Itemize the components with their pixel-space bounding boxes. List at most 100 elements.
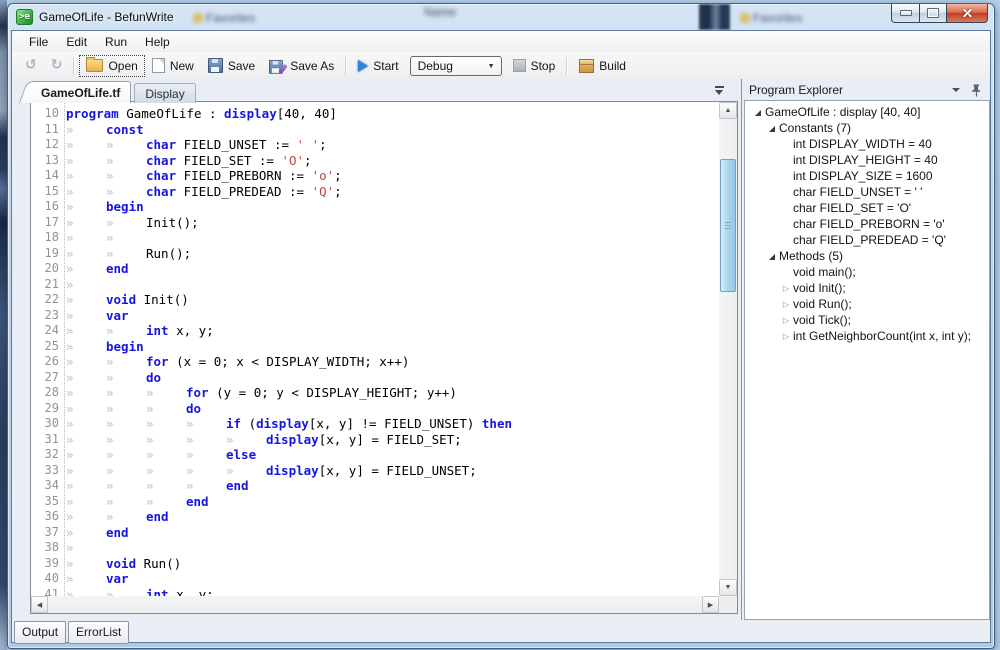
tree-item-label: char FIELD_SET = 'O' xyxy=(793,201,911,215)
tree-item-label: int DISPLAY_WIDTH = 40 xyxy=(793,137,932,151)
code-line: 22»void Init() xyxy=(31,292,719,308)
collapsed-icon[interactable]: ▷ xyxy=(779,332,793,341)
tree-item[interactable]: ▷void Tick(); xyxy=(745,312,989,328)
program-explorer-title: Program Explorer xyxy=(749,83,952,97)
new-file-icon xyxy=(152,58,165,73)
program-explorer-header: Program Explorer xyxy=(744,80,990,100)
titlebar[interactable]: Favorites Name Favorites >e GameOfLife -… xyxy=(9,4,993,30)
scroll-right-button[interactable]: ▶ xyxy=(702,596,719,613)
tree-item[interactable]: ▷void Run(); xyxy=(745,296,989,312)
menu-item-edit[interactable]: Edit xyxy=(57,33,96,51)
tree-item[interactable]: int DISPLAY_HEIGHT = 40 xyxy=(745,152,989,168)
panel-menu-icon[interactable] xyxy=(952,88,960,92)
client-area: GameOfLife.tf Display 10program GameOfLi… xyxy=(12,79,990,642)
code-line: 38» xyxy=(31,540,719,556)
background-window-favorites: Favorites xyxy=(194,11,255,25)
code-line: 27»»do xyxy=(31,370,719,386)
tree-item[interactable]: ▷void Init(); xyxy=(745,280,989,296)
line-number: 33 xyxy=(31,463,59,479)
desktop: Favorites Name Favorites >e GameOfLife -… xyxy=(0,0,1000,650)
menu-item-help[interactable]: Help xyxy=(136,33,179,51)
gutter-divider xyxy=(64,102,65,596)
horizontal-scrollbar[interactable]: ◀ ▶ xyxy=(31,596,719,613)
code-line: 31»»»»»display[x, y] = FIELD_SET; xyxy=(31,432,719,448)
undo-button[interactable]: ↺ xyxy=(18,55,44,76)
maximize-button[interactable] xyxy=(920,4,947,23)
expanded-icon[interactable]: ◢ xyxy=(765,252,779,261)
line-number: 15 xyxy=(31,184,59,200)
panel-splitter[interactable] xyxy=(741,79,742,620)
code-line: 40»var xyxy=(31,571,719,587)
code-line: 29»»»do xyxy=(31,401,719,417)
tree-item[interactable]: ▷int GetNeighborCount(int x, int y); xyxy=(745,328,989,344)
build-button[interactable]: Build xyxy=(572,55,633,77)
code-area[interactable]: 10program GameOfLife : display[40, 40]11… xyxy=(31,102,719,596)
expanded-icon[interactable]: ◢ xyxy=(751,108,765,117)
toolbar-separator xyxy=(566,57,568,75)
code-line: 20»end xyxy=(31,261,719,277)
tree-item[interactable]: int DISPLAY_WIDTH = 40 xyxy=(745,136,989,152)
minimize-button[interactable] xyxy=(891,4,920,23)
tab-output[interactable]: Output xyxy=(14,621,66,644)
line-number: 23 xyxy=(31,308,59,324)
code-line: 19»»Run(); xyxy=(31,246,719,262)
code-line: 16»begin xyxy=(31,199,719,215)
tab-display[interactable]: Display xyxy=(134,83,195,103)
save-as-icon xyxy=(269,59,285,73)
tree-item[interactable]: int DISPLAY_SIZE = 1600 xyxy=(745,168,989,184)
tree-item-label: int DISPLAY_HEIGHT = 40 xyxy=(793,153,938,167)
scroll-down-button[interactable]: ▼ xyxy=(719,579,737,596)
vertical-scrollbar[interactable]: ▲ ▼ xyxy=(719,102,737,596)
tree-item-label: Methods (5) xyxy=(779,249,843,263)
tab-gameoflife-tf[interactable]: GameOfLife.tf xyxy=(30,81,131,103)
start-button[interactable]: Start xyxy=(351,55,405,77)
toolbar: ↺ ↻ Open New Save Save As xyxy=(12,52,990,80)
menu-item-file[interactable]: File xyxy=(20,33,57,51)
collapsed-icon[interactable]: ▷ xyxy=(779,300,793,309)
tree-item[interactable]: void main(); xyxy=(745,264,989,280)
tree-item-label: char FIELD_PREBORN = 'o' xyxy=(793,217,945,231)
tree-item[interactable]: ◢Constants (7) xyxy=(745,120,989,136)
collapsed-icon[interactable]: ▷ xyxy=(779,316,793,325)
program-explorer-panel: Program Explorer ◢GameOfLife : display [… xyxy=(744,80,990,620)
stop-button[interactable]: Stop xyxy=(506,55,563,77)
save-as-button[interactable]: Save As xyxy=(262,55,341,77)
menu-item-run[interactable]: Run xyxy=(96,33,136,51)
tree-item[interactable]: char FIELD_PREBORN = 'o' xyxy=(745,216,989,232)
tree-item[interactable]: ◢Methods (5) xyxy=(745,248,989,264)
tab-list-icon[interactable] xyxy=(715,86,724,96)
redo-button[interactable]: ↻ xyxy=(44,55,70,76)
line-number: 25 xyxy=(31,339,59,355)
save-as-button-label: Save As xyxy=(290,59,334,73)
save-button[interactable]: Save xyxy=(201,54,262,77)
window-title: GameOfLife - BefunWrite xyxy=(39,10,174,24)
scroll-up-button[interactable]: ▲ xyxy=(719,102,737,119)
code-line: 10program GameOfLife : display[40, 40] xyxy=(31,106,719,122)
tree-item[interactable]: char FIELD_PREDEAD = 'Q' xyxy=(745,232,989,248)
line-number: 40 xyxy=(31,571,59,587)
tab-errorlist[interactable]: ErrorList xyxy=(68,621,129,644)
expanded-icon[interactable]: ◢ xyxy=(765,124,779,133)
open-button-label: Open xyxy=(108,59,137,73)
line-number: 21 xyxy=(31,277,59,293)
line-number: 41 xyxy=(31,587,59,597)
tree-item-label: void Init(); xyxy=(793,281,846,295)
new-button[interactable]: New xyxy=(145,54,201,77)
pin-icon[interactable] xyxy=(971,84,982,97)
close-button[interactable] xyxy=(947,4,988,23)
line-number: 28 xyxy=(31,385,59,401)
line-number: 22 xyxy=(31,292,59,308)
vertical-scroll-thumb[interactable] xyxy=(720,159,736,292)
code-editor[interactable]: 10program GameOfLife : display[40, 40]11… xyxy=(30,101,738,614)
star-icon xyxy=(741,14,749,22)
tree-item-label: char FIELD_UNSET = ' ' xyxy=(793,185,922,199)
run-mode-dropdown[interactable]: Debug ▼ xyxy=(410,56,502,76)
line-number: 27 xyxy=(31,370,59,386)
tree-item[interactable]: char FIELD_SET = 'O' xyxy=(745,200,989,216)
open-button[interactable]: Open xyxy=(79,55,144,77)
tree-item[interactable]: ◢GameOfLife : display [40, 40] xyxy=(745,104,989,120)
tree-item-label: int DISPLAY_SIZE = 1600 xyxy=(793,169,933,183)
scroll-left-button[interactable]: ◀ xyxy=(31,596,48,613)
collapsed-icon[interactable]: ▷ xyxy=(779,284,793,293)
tree-item[interactable]: char FIELD_UNSET = ' ' xyxy=(745,184,989,200)
